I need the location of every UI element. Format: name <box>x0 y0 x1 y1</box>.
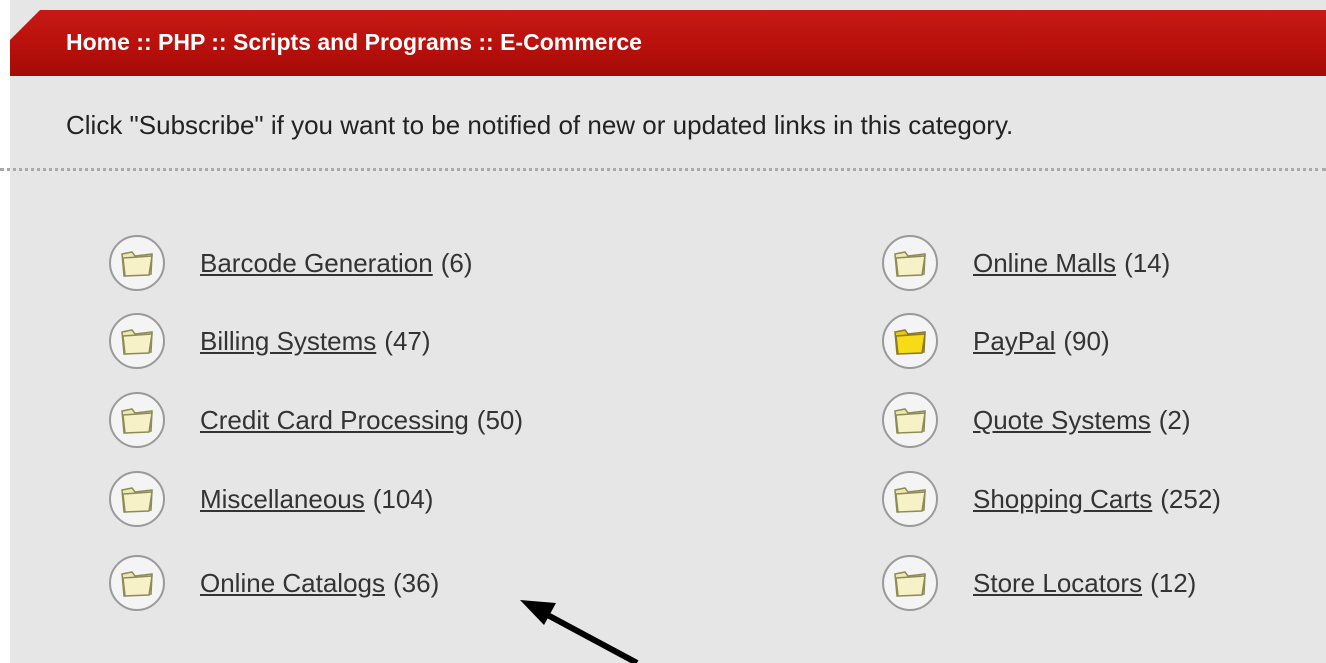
category-link[interactable]: Billing Systems <box>200 326 376 357</box>
category-count: (36) <box>393 567 440 598</box>
subscribe-notice: Click "Subscribe" if you want to be noti… <box>66 110 1014 140</box>
folder-icon <box>109 471 165 527</box>
category-count: (50) <box>476 404 524 435</box>
category-item-billing-systems[interactable]: Billing Systems (47) <box>108 312 431 370</box>
folder-icon <box>882 471 938 527</box>
folder-icon <box>109 555 165 611</box>
category-link[interactable]: Miscellaneous <box>200 484 365 515</box>
category-link[interactable]: Shopping Carts <box>973 484 1152 515</box>
category-link[interactable]: Online Catalogs <box>200 568 385 599</box>
category-count: (104) <box>372 483 434 514</box>
category-item-miscellaneous[interactable]: Miscellaneous (104) <box>108 470 433 528</box>
category-item-credit-card-processing[interactable]: Credit Card Processing (50) <box>108 391 523 449</box>
folder-icon <box>109 392 165 448</box>
category-link[interactable]: Barcode Generation <box>200 248 433 279</box>
category-count: (252) <box>1160 483 1221 514</box>
category-item-online-malls[interactable]: Online Malls (14) <box>881 234 1170 292</box>
category-link[interactable]: PayPal <box>973 326 1055 357</box>
folder-icon <box>109 235 165 291</box>
category-item-online-catalogs[interactable]: Online Catalogs (36) <box>108 554 439 612</box>
category-count: (90) <box>1063 325 1110 356</box>
folder-icon <box>882 555 938 611</box>
category-link[interactable]: Online Malls <box>973 248 1116 279</box>
category-link[interactable]: Credit Card Processing <box>200 405 469 436</box>
category-item-store-locators[interactable]: Store Locators (12) <box>881 554 1196 612</box>
folder-icon <box>882 392 938 448</box>
category-item-barcode-generation[interactable]: Barcode Generation (6) <box>108 234 473 292</box>
divider <box>0 168 1326 171</box>
folder-icon <box>882 235 938 291</box>
category-count: (14) <box>1124 247 1171 278</box>
category-item-shopping-carts[interactable]: Shopping Carts (252) <box>881 470 1221 528</box>
category-count: (2) <box>1158 404 1191 435</box>
category-link[interactable]: Store Locators <box>973 568 1142 599</box>
category-count: (47) <box>384 325 431 356</box>
breadcrumb[interactable]: Home :: PHP :: Scripts and Programs :: E… <box>66 29 642 56</box>
folder-icon <box>109 313 165 369</box>
category-count: (6) <box>440 247 473 278</box>
category-link[interactable]: Quote Systems <box>973 405 1151 436</box>
folder-icon <box>882 313 938 369</box>
category-count: (12) <box>1150 567 1197 598</box>
category-item-paypal[interactable]: PayPal (90) <box>881 312 1110 370</box>
category-item-quote-systems[interactable]: Quote Systems (2) <box>881 391 1191 449</box>
